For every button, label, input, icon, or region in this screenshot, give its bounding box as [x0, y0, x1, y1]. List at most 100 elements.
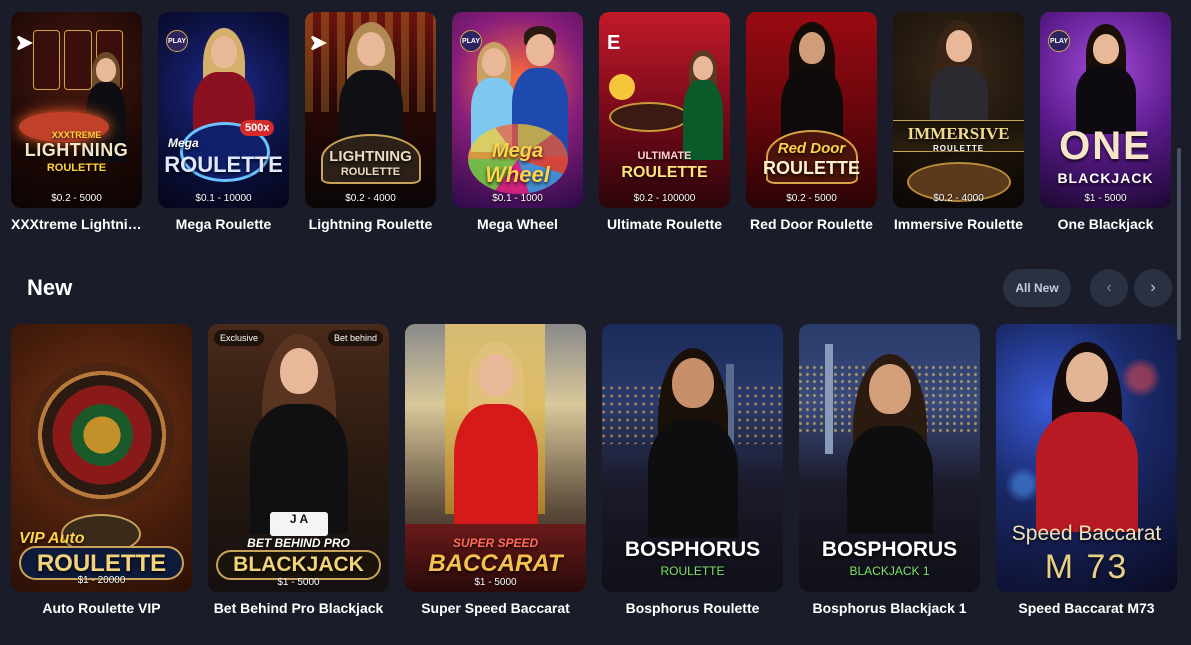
game-card-speed-baccarat-m73[interactable]: Speed Baccarat M 73 Speed Baccarat M73 — [996, 324, 1177, 616]
multiplier-ball-icon — [609, 74, 635, 100]
game-logo-line1: SUPER SPEED — [452, 536, 539, 550]
game-logo-line1: Speed Baccarat — [1011, 522, 1162, 545]
game-logo-line1: BOSPHORUS — [821, 538, 958, 561]
game-title[interactable]: Lightning Roulette — [305, 216, 436, 232]
game-logo-line2: BLACKJACK — [1057, 170, 1154, 186]
game-thumbnail[interactable]: SUPER SPEED BACCARAT $1 - 5000 — [405, 324, 586, 592]
page-scrollbar[interactable] — [1177, 148, 1181, 340]
game-logo-line1: BOSPHORUS — [624, 538, 761, 561]
carousel-prev-button[interactable]: ‹ — [1090, 269, 1128, 307]
stake-range: $1 - 5000 — [474, 577, 517, 588]
game-logo-line2: ROULETTE — [164, 152, 283, 177]
provider-e-icon: E — [607, 32, 621, 54]
game-title[interactable]: Mega Roulette — [158, 216, 289, 232]
game-title[interactable]: Ultimate Roulette — [599, 216, 730, 232]
game-logo-line1: LIGHTNING — [329, 148, 412, 165]
game-thumbnail[interactable]: BOSPHORUS BLACKJACK 1 — [799, 324, 980, 592]
game-logo-line2: ROULETTE — [660, 564, 725, 578]
game-logo-line1: ONE — [1059, 124, 1152, 168]
game-thumbnail[interactable]: Exclusive Bet behind J A BET BEHIND PRO … — [208, 324, 389, 592]
game-logo-line2: Wheel — [485, 162, 550, 187]
game-thumbnail[interactable]: LIGHTNING ROULETTE $0.2 - 4000 — [305, 12, 436, 208]
dealer-image — [1032, 342, 1142, 532]
carousel-next-button[interactable]: › — [1134, 269, 1172, 307]
playing-cards-image: J A — [270, 512, 328, 536]
game-card-mega-roulette[interactable]: PLAY 500x Mega ROULETTE $0.1 - 10000 Meg… — [158, 12, 289, 232]
game-thumbnail[interactable]: Speed Baccarat M 73 — [996, 324, 1177, 592]
game-thumbnail[interactable]: IMMERSIVE ROULETTE $0.2 - 4000 — [893, 12, 1024, 208]
game-card-lightning-roulette[interactable]: LIGHTNING ROULETTE $0.2 - 4000 Lightning… — [305, 12, 436, 232]
game-title[interactable]: Bosphorus Roulette — [626, 600, 760, 616]
stake-range: $1 - 5000 — [1084, 193, 1127, 204]
dealer-image — [638, 348, 748, 538]
stake-range: $1 - 5000 — [277, 577, 320, 588]
dealer-image — [1074, 24, 1138, 134]
game-thumbnail[interactable]: E ULTIMATE ROULETTE $0.2 - 100000 — [599, 12, 730, 208]
game-title[interactable]: Bosphorus Blackjack 1 — [812, 600, 966, 616]
game-logo-line2: ROULETTE — [36, 550, 167, 577]
dealer-image — [924, 20, 994, 130]
game-card-immersive-roulette[interactable]: IMMERSIVE ROULETTE $0.2 - 4000 Immersive… — [893, 12, 1024, 232]
game-logo-line1: XXXTREME — [51, 130, 102, 140]
multiplier-badge: 500x — [240, 120, 275, 136]
game-thumbnail[interactable]: PLAY Mega Wheel $0.1 - 1000 — [452, 12, 583, 208]
game-card-bosphorus-blackjack-1[interactable]: BOSPHORUS BLACKJACK 1 Bosphorus Blackjac… — [799, 324, 980, 616]
game-logo-line2: ROULETTE — [621, 164, 708, 181]
game-logo-line2: BACCARAT — [428, 550, 563, 577]
all-new-button[interactable]: All New — [1003, 269, 1071, 307]
game-thumbnail[interactable]: PLAY 500x Mega ROULETTE $0.1 - 10000 — [158, 12, 289, 208]
stake-range: $0.2 - 5000 — [786, 193, 837, 204]
game-thumbnail[interactable]: XXXTREME LIGHTNING ROULETTE $0.2 - 5000 — [11, 12, 142, 208]
game-card-auto-roulette-vip[interactable]: VIP Auto ROULETTE $1 - 20000 Auto Roulet… — [11, 324, 192, 616]
game-logo-line1: BET BEHIND PRO — [247, 536, 350, 550]
stake-range: $0.1 - 10000 — [195, 193, 252, 204]
game-logo-line1: Red Door — [777, 140, 846, 157]
game-logo-line1: ULTIMATE — [637, 150, 692, 162]
game-title[interactable]: XXXtreme Lightni… — [11, 216, 142, 232]
game-card-one-blackjack[interactable]: PLAY ONE BLACKJACK $1 - 5000 One Blackja… — [1040, 12, 1171, 232]
game-title[interactable]: Speed Baccarat M73 — [1018, 600, 1154, 616]
chevron-right-icon: › — [1150, 279, 1156, 296]
game-card-red-door-roulette[interactable]: Red Door ROULETTE $0.2 - 5000 Red Door R… — [746, 12, 877, 232]
game-logo-line1: IMMERSIVE — [907, 124, 1010, 143]
game-logo-line2: ROULETTE — [340, 166, 401, 178]
game-title[interactable]: One Blackjack — [1040, 216, 1171, 232]
stake-range: $0.2 - 4000 — [933, 193, 984, 204]
section-title-new: New — [27, 275, 73, 300]
game-title[interactable]: Bet Behind Pro Blackjack — [214, 600, 384, 616]
card-icon: J A — [270, 512, 328, 536]
game-card-bosphorus-roulette[interactable]: BOSPHORUS ROULETTE Bosphorus Roulette — [602, 324, 783, 616]
game-logo-line2: ROULETTE — [932, 144, 985, 153]
game-card-xxxtreme-lightning-roulette[interactable]: XXXTREME LIGHTNING ROULETTE $0.2 - 5000 … — [11, 12, 142, 232]
game-title[interactable]: Immersive Roulette — [893, 216, 1024, 232]
game-thumbnail[interactable]: BOSPHORUS ROULETTE — [602, 324, 783, 592]
dealer-image — [835, 354, 945, 534]
play-badge-icon: PLAY — [1048, 30, 1070, 52]
game-card-mega-wheel[interactable]: PLAY Mega Wheel $0.1 - 1000 Mega Wheel — [452, 12, 583, 232]
game-thumbnail[interactable]: VIP Auto ROULETTE $1 - 20000 — [11, 324, 192, 592]
game-thumbnail[interactable]: PLAY ONE BLACKJACK $1 - 5000 — [1040, 12, 1171, 208]
game-card-super-speed-baccarat[interactable]: SUPER SPEED BACCARAT $1 - 5000 Super Spe… — [405, 324, 586, 616]
casino-lobby: XXXTREME LIGHTNING ROULETTE $0.2 - 5000 … — [0, 0, 1191, 645]
game-logo-line2: ROULETTE — [763, 158, 860, 178]
game-title[interactable]: Mega Wheel — [452, 216, 583, 232]
game-logo-line2: BLACKJACK — [233, 553, 364, 576]
game-title[interactable]: Auto Roulette VIP — [42, 600, 160, 616]
dealer-image — [244, 334, 354, 534]
stake-range: $0.2 - 5000 — [51, 193, 102, 204]
game-title[interactable]: Super Speed Baccarat — [421, 600, 570, 616]
game-title[interactable]: Red Door Roulette — [746, 216, 877, 232]
game-logo-line2: LIGHTNING — [24, 140, 129, 160]
dealer-image — [683, 50, 723, 160]
stake-range: $0.1 - 1000 — [492, 193, 543, 204]
featured-games-row: XXXTREME LIGHTNING ROULETTE $0.2 - 5000 … — [11, 12, 1171, 232]
game-thumbnail[interactable]: Red Door ROULETTE $0.2 - 5000 — [746, 12, 877, 208]
game-logo-line1: Mega — [168, 136, 199, 150]
game-card-bet-behind-pro-blackjack[interactable]: Exclusive Bet behind J A BET BEHIND PRO … — [208, 324, 389, 616]
bridge-tower-image — [825, 344, 833, 454]
game-logo-line1: Mega — [491, 140, 544, 162]
roulette-wheel-image — [609, 102, 689, 132]
game-card-ultimate-roulette[interactable]: E ULTIMATE ROULETTE $0.2 - 100000 Ultima… — [599, 12, 730, 232]
game-logo-line2: M 73 — [1044, 548, 1129, 586]
stake-range: $0.2 - 4000 — [345, 193, 396, 204]
